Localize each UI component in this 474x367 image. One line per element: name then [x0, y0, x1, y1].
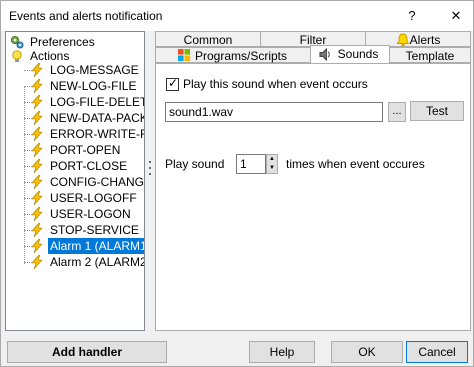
tab-control: Common Filter Alerts Programs/Scripts So… [155, 31, 471, 331]
lightning-bolt-icon [31, 175, 43, 189]
tree-item-label: STOP-SERVICE [50, 223, 139, 237]
tree-item-label: Alarm 2 (ALARM2) [50, 255, 145, 269]
alert-bell-icon [396, 33, 410, 47]
lightning-bolt-icon [31, 63, 43, 77]
speaker-icon [319, 48, 330, 61]
sounds-panel: Play this sound when event occurs ... Te… [155, 63, 471, 331]
lightbulb-icon [12, 50, 22, 62]
sound-file-input[interactable] [165, 102, 383, 122]
splitter-grip [149, 173, 151, 175]
tab-programs-scripts[interactable]: Programs/Scripts [155, 47, 311, 63]
play-sound-label: Play sound [165, 157, 225, 171]
tree-connector [24, 86, 25, 264]
spin-down-icon[interactable]: ▼ [267, 164, 277, 173]
play-sound-checkbox-label[interactable]: Play this sound when event occurs [183, 77, 368, 91]
times-label: times when event occures [286, 157, 425, 171]
tree-item-label: LOG-FILE-DELETE [50, 95, 145, 109]
lightning-bolt-icon [31, 239, 43, 253]
splitter-handle[interactable] [146, 31, 152, 331]
lightning-bolt-icon [31, 79, 43, 93]
title-bar: Events and alerts notification ? ✕ [1, 1, 473, 31]
browse-button[interactable]: ... [388, 102, 406, 122]
lightning-bolt-icon [31, 143, 43, 157]
tree-item-label: NEW-LOG-FILE [50, 79, 137, 93]
tree-item-label: CONFIG-CHANGE [50, 175, 145, 189]
spin-up-icon[interactable]: ▲ [267, 155, 277, 164]
lightning-bolt-icon [31, 111, 43, 125]
tab-label: Programs/Scripts [194, 49, 288, 63]
cancel-button[interactable]: Cancel [406, 341, 468, 363]
tab-label: Alerts [409, 33, 441, 47]
tree-item-label: USER-LOGOFF [50, 191, 137, 205]
windows-logo-icon [178, 49, 191, 62]
lightning-bolt-icon [31, 207, 43, 221]
ok-button[interactable]: OK [331, 341, 403, 363]
close-button[interactable]: ✕ [445, 5, 467, 27]
help-button[interactable]: Help [249, 341, 315, 363]
tree-item-label: USER-LOGON [50, 207, 131, 221]
tab-sounds[interactable]: Sounds [310, 45, 390, 63]
tree-item-label: NEW-DATA-PACKET [50, 111, 144, 125]
splitter-grip [149, 161, 151, 163]
lightning-bolt-icon [31, 223, 43, 237]
help-title-button[interactable]: ? [401, 5, 423, 27]
lightning-bolt-icon [31, 191, 43, 205]
tab-label: Common [183, 33, 233, 47]
splitter-grip [149, 167, 151, 169]
tree-item-label: PORT-OPEN [50, 143, 121, 157]
window-title: Events and alerts notification [9, 9, 163, 23]
repeat-count-spinner[interactable]: ▲ ▼ [266, 154, 278, 174]
play-sound-checkbox[interactable] [166, 76, 179, 91]
lightning-bolt-icon [31, 127, 43, 141]
tree-item-label: ERROR-WRITE-FILE [50, 127, 144, 141]
dialog-window: Events and alerts notification ? ✕ Prefe… [0, 0, 474, 367]
gears-icon [11, 36, 24, 49]
tab-label: Sounds [337, 47, 379, 61]
tree-item-label: Alarm 1 (ALARM1) [48, 238, 144, 254]
tree-item-label: PORT-CLOSE [50, 159, 128, 173]
lightning-bolt-icon [31, 159, 43, 173]
lightning-bolt-icon [31, 255, 43, 269]
test-button[interactable]: Test [410, 101, 464, 121]
tree-item-label: LOG-MESSAGE [50, 63, 139, 77]
add-handler-button[interactable]: Add handler [7, 341, 167, 363]
event-tree[interactable]: Preferences Actions LOG-MESSAGE NEW-LOG-F… [5, 31, 145, 331]
repeat-count-input[interactable] [236, 154, 266, 174]
tab-common[interactable]: Common [155, 31, 261, 47]
lightning-bolt-icon [31, 95, 43, 109]
tab-label: Template [405, 49, 455, 63]
tab-template[interactable]: Template [389, 47, 471, 63]
